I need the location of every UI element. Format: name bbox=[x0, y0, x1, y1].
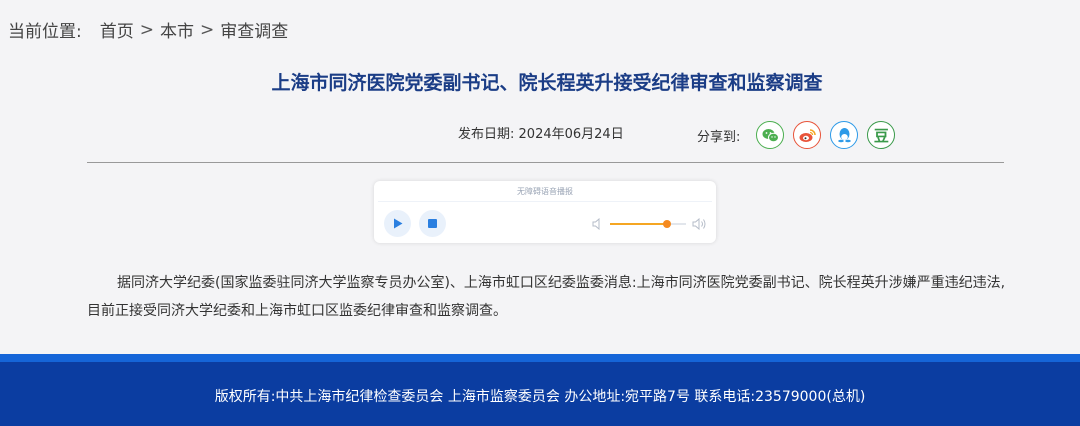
share-bar: 分享到: 豆 bbox=[697, 121, 904, 149]
qq-icon bbox=[838, 128, 851, 143]
publish-date-value: 2024年06月24日 bbox=[518, 127, 624, 142]
weibo-icon bbox=[799, 128, 816, 142]
stop-icon bbox=[428, 219, 437, 228]
douban-icon: 豆 bbox=[873, 126, 889, 145]
article-body: 据同济大学纪委(国家监委驻同济大学监察专员办公室)、上海市虹口区纪委监委消息:上… bbox=[87, 275, 1006, 319]
audio-caption: 无障碍语音播报 bbox=[517, 187, 573, 196]
volume-knob[interactable] bbox=[663, 220, 671, 228]
footer-accent-bar bbox=[0, 354, 1080, 362]
audio-progress-bar[interactable] bbox=[378, 201, 712, 202]
publish-date-label: 发布日期: bbox=[458, 127, 515, 142]
article-title: 上海市同济医院党委副书记、院长程英升接受纪律审查和监察调查 bbox=[271, 72, 823, 94]
volume-up-icon[interactable] bbox=[692, 218, 708, 230]
footer-copyright: 版权所有:中共上海市纪律检查委员会 上海市监察委员会 办公地址:宛平路7号 联系… bbox=[214, 389, 866, 405]
share-label: 分享到: bbox=[697, 129, 741, 145]
breadcrumb-label: 当前位置: bbox=[8, 22, 82, 42]
wechat-icon bbox=[762, 128, 779, 142]
volume-slider[interactable] bbox=[608, 218, 688, 230]
publish-date: 发布日期: 2024年06月24日 bbox=[458, 123, 624, 142]
breadcrumb: 当前位置: 首页 > 本市 > 审查调查 bbox=[8, 17, 288, 43]
footer: 版权所有:中共上海市纪律检查委员会 上海市监察委员会 办公地址:宛平路7号 联系… bbox=[0, 362, 1080, 426]
stop-button[interactable] bbox=[419, 210, 446, 237]
breadcrumb-separator: > bbox=[199, 19, 215, 40]
breadcrumb-separator: > bbox=[139, 19, 154, 40]
share-qq-button[interactable] bbox=[830, 121, 859, 149]
audio-player: 无障碍语音播报 bbox=[374, 181, 716, 243]
share-wechat-button[interactable] bbox=[756, 121, 785, 149]
volume-mute-icon[interactable] bbox=[592, 218, 602, 230]
breadcrumb-home-link[interactable]: 首页 bbox=[100, 17, 134, 42]
breadcrumb-city-link[interactable]: 本市 bbox=[160, 17, 194, 42]
play-button[interactable] bbox=[384, 210, 411, 237]
share-douban-button[interactable]: 豆 bbox=[867, 121, 896, 149]
play-icon bbox=[393, 218, 402, 229]
share-weibo-button[interactable] bbox=[793, 121, 822, 149]
title-divider bbox=[87, 162, 1004, 163]
breadcrumb-review-link[interactable]: 审查调查 bbox=[220, 17, 288, 42]
